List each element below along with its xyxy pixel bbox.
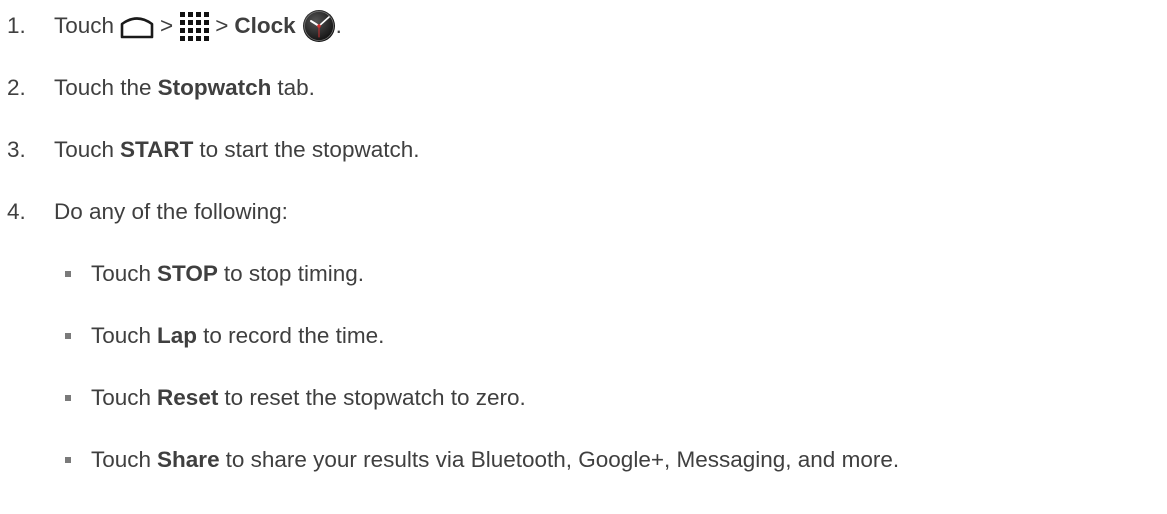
step-text: Touch the (54, 74, 152, 100)
step-number: 3. (7, 136, 26, 162)
step-1: 1. Touch > > Clock . (0, 6, 342, 46)
step-text: tab. (277, 74, 315, 100)
substep-text: Touch (91, 384, 152, 410)
step-bold-term: Stopwatch (157, 74, 272, 100)
clock-app-icon (302, 9, 336, 43)
substep-item: Touch Lap to record the time. (0, 316, 384, 356)
step-4: 4. Do any of the following: (0, 192, 288, 232)
step-text: Touch (54, 136, 115, 162)
step-text: Do any of the following: (54, 198, 288, 224)
step-bold-term: START (120, 136, 194, 162)
step-period: . (335, 12, 342, 38)
step-2: 2. Touch the Stopwatch tab. (0, 68, 315, 108)
step-number: 4. (7, 198, 26, 224)
substep-text: to record the time. (203, 322, 385, 348)
substep-text: to reset the stopwatch to zero. (224, 384, 526, 410)
step-gt-2: > (215, 12, 229, 38)
substep-item: Touch Reset to reset the stopwatch to ze… (0, 378, 526, 418)
substep-bold-term: Reset (157, 384, 219, 410)
step-number: 1. (7, 12, 26, 38)
substep-text: Touch (91, 322, 152, 348)
step-text: to start the stopwatch. (199, 136, 420, 162)
clock-label: Clock (234, 12, 296, 38)
home-icon (120, 13, 154, 39)
step-text-touch: Touch (54, 12, 115, 38)
substep-text: Touch (91, 260, 152, 286)
apps-grid-icon (179, 11, 210, 41)
substep-item: Touch STOP to stop timing. (0, 254, 364, 294)
substep-item: Touch Share to share your results via Bl… (0, 440, 899, 480)
substep-bold-term: STOP (157, 260, 218, 286)
substep-bold-term: Lap (157, 322, 198, 348)
substep-bold-term: Share (157, 446, 220, 472)
substep-text: to share your results via Bluetooth, Goo… (225, 446, 900, 472)
step-number: 2. (7, 74, 26, 100)
step-gt-1: > (160, 12, 174, 38)
substep-text: to stop timing. (223, 260, 364, 286)
instruction-document: 1. Touch > > Clock . 2. Touch the Stopwa… (0, 0, 1167, 514)
step-3: 3. Touch START to start the stopwatch. (0, 130, 420, 170)
substep-text: Touch (91, 446, 152, 472)
